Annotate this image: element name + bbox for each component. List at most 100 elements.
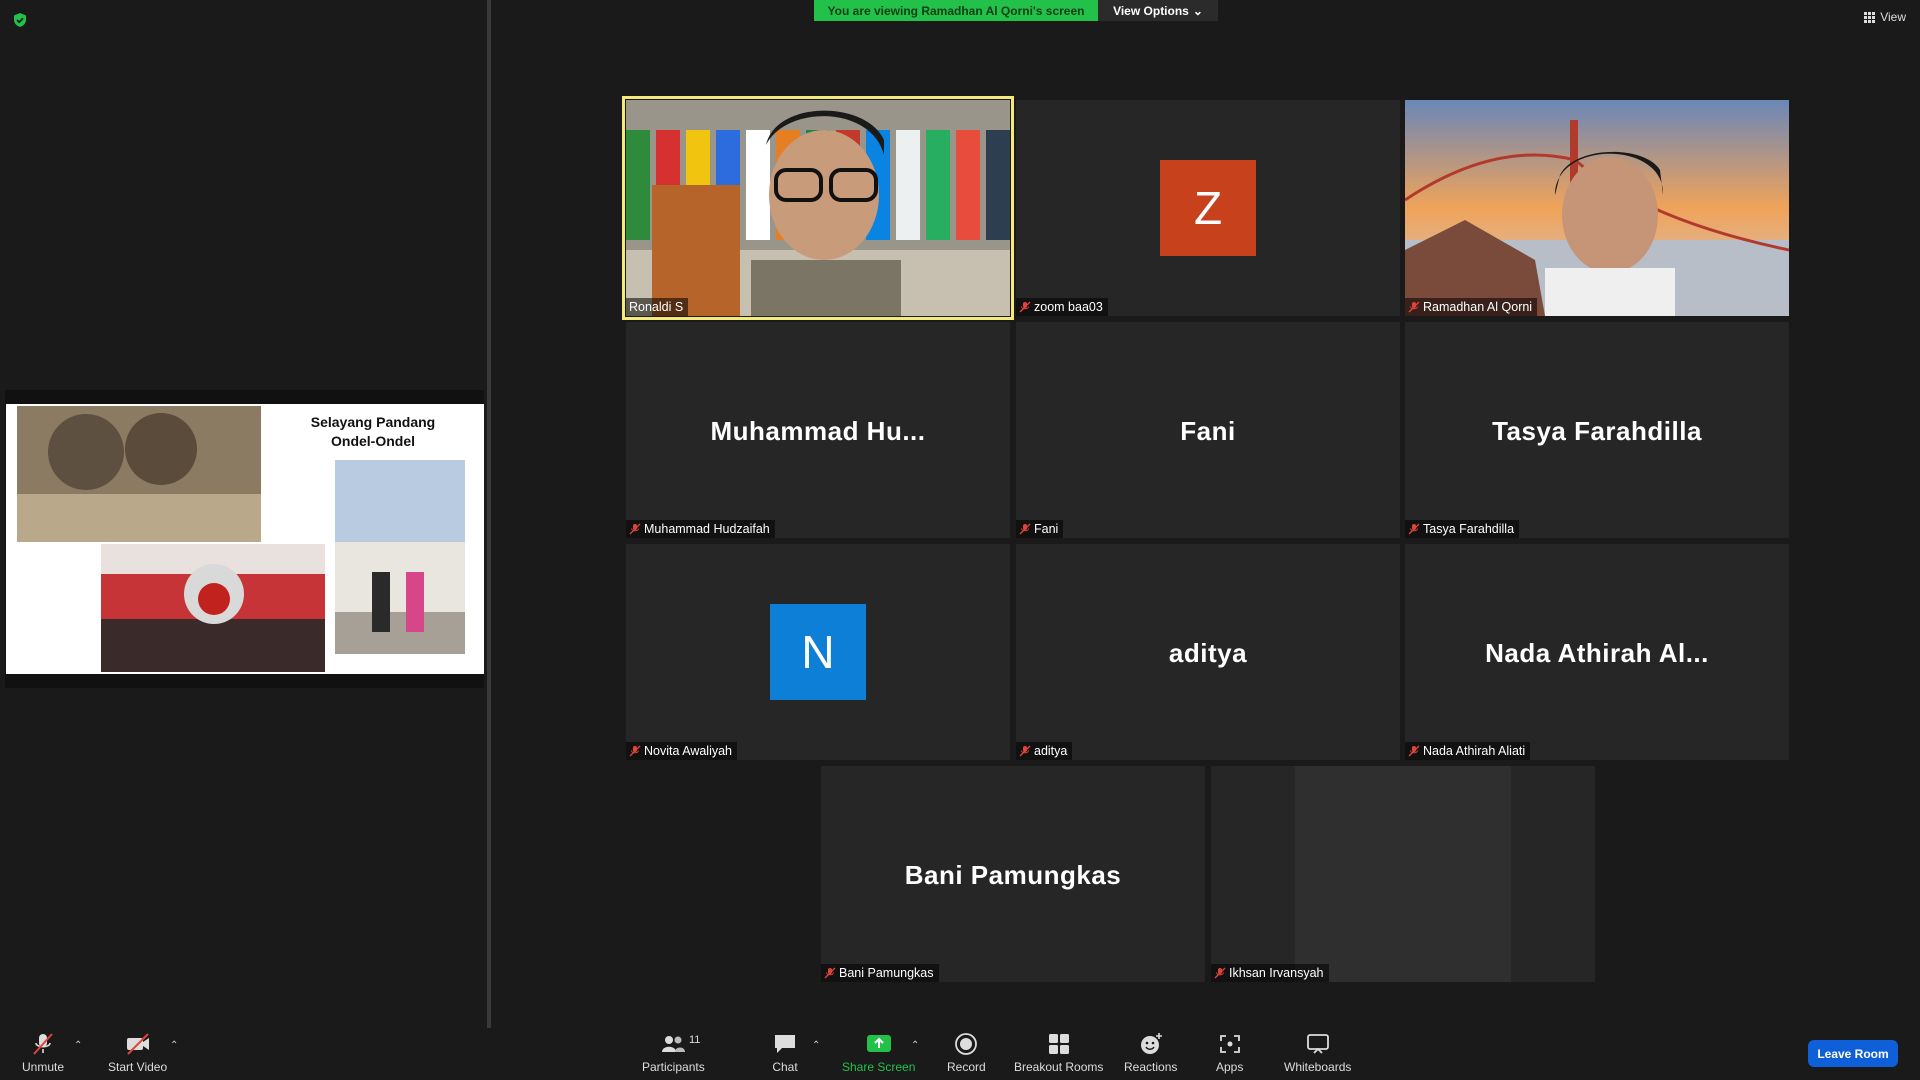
chat-options-caret-icon[interactable]: ⌃ [812, 1040, 820, 1051]
participant-display-name: aditya [1168, 638, 1248, 668]
grid-view-icon [1864, 11, 1876, 23]
leave-room-button[interactable]: Leave Room [1808, 1040, 1898, 1067]
whiteboard-icon [1306, 1034, 1329, 1054]
participant-display-name: Tasya Farahdilla [1492, 416, 1702, 446]
apps-label: Apps [1216, 1060, 1244, 1074]
participant-tile[interactable]: Ikhsan Irvansyah [1211, 766, 1595, 982]
participant-tile[interactable]: Fani Fani [1016, 322, 1400, 538]
participant-name: Fani [1034, 522, 1059, 536]
muted-mic-icon [1019, 301, 1031, 313]
participant-tile[interactable]: Bani Pamungkas Bani Pamungkas [821, 766, 1205, 982]
slide-title: Selayang Pandang Ondel-Ondel [300, 413, 446, 451]
view-button[interactable]: View [1864, 10, 1906, 24]
apps-icon [1219, 1035, 1240, 1053]
participant-tile[interactable]: N Novita Awaliyah [626, 544, 1010, 760]
share-screen-label: Share Screen [842, 1060, 916, 1074]
view-options-button[interactable]: View Options ⌄ [1098, 0, 1218, 21]
participant-name: Ronaldi S [629, 300, 684, 314]
whiteboards-button[interactable]: Whiteboards [1284, 1032, 1351, 1074]
chat-label: Chat [772, 1060, 798, 1074]
reactions-button[interactable]: Reactions [1124, 1032, 1177, 1074]
participant-name-label: Ramadhan Al Qorni [1405, 298, 1538, 316]
start-video-label: Start Video [108, 1060, 168, 1074]
participant-tile[interactable]: aditya aditya [1016, 544, 1400, 760]
video-off-icon [126, 1033, 149, 1055]
muted-mic-icon [1019, 745, 1031, 757]
participant-name-label: Novita Awaliyah [626, 742, 738, 760]
view-label: View [1880, 10, 1906, 24]
participant-display-name: Bani Pamungkas [904, 860, 1122, 890]
participant-video [1405, 100, 1789, 316]
share-screen-icon [866, 1035, 891, 1052]
participant-display-name: Fani [1180, 416, 1236, 446]
participant-avatar: Z [1160, 160, 1256, 256]
chat-icon [775, 1035, 795, 1053]
participant-name-label: Tasya Farahdilla [1405, 520, 1520, 538]
chevron-down-icon: ⌄ [1192, 3, 1203, 18]
participant-name: aditya [1034, 744, 1068, 758]
share-options-caret-icon[interactable]: ⌃ [911, 1040, 919, 1051]
unmute-button[interactable]: Unmute [22, 1032, 64, 1074]
audio-options-caret-icon[interactable]: ⌃ [74, 1040, 82, 1051]
security-shield-icon[interactable] [12, 12, 28, 28]
unmute-label: Unmute [22, 1060, 65, 1074]
participant-name-label: Fani [1016, 520, 1064, 538]
record-icon [955, 1033, 978, 1055]
record-label: Record [947, 1060, 986, 1074]
chat-button[interactable]: Chat [772, 1032, 798, 1074]
participant-name-label: Ikhsan Irvansyah [1211, 964, 1329, 982]
muted-mic-icon [1408, 523, 1420, 535]
participant-tile[interactable]: Tasya Farahdilla Tasya Farahdilla [1405, 322, 1789, 538]
participant-tile[interactable]: Zzoom baa03 [1016, 100, 1400, 316]
participant-name-label: zoom baa03 [1016, 298, 1108, 316]
participant-video [626, 100, 1010, 316]
view-options-label: View Options [1113, 3, 1189, 18]
participant-name: zoom baa03 [1034, 300, 1103, 314]
participant-name-label: aditya [1016, 742, 1073, 760]
participant-name-label: Ronaldi S [626, 298, 689, 316]
participant-display-name: Muhammad Hu... [710, 416, 926, 446]
slide-title-line2: Ondel-Ondel [331, 433, 415, 449]
participant-tile[interactable]: Nada Athirah Al... Nada Athirah Aliati [1405, 544, 1789, 760]
muted-mic-icon [629, 745, 641, 757]
whiteboards-label: Whiteboards [1284, 1060, 1352, 1074]
participant-tile[interactable]: Ronaldi S [622, 96, 1014, 320]
viewing-screen-banner: You are viewing Ramadhan Al Qorni's scre… [814, 0, 1098, 21]
participant-name-label: Muhammad Hudzaifah [626, 520, 775, 538]
participants-icon [662, 1036, 686, 1052]
participant-tile[interactable]: Ramadhan Al Qorni [1405, 100, 1789, 316]
participant-name: Novita Awaliyah [644, 744, 733, 758]
participant-name: Nada Athirah Aliati [1423, 744, 1526, 758]
participant-name: Tasya Farahdilla [1423, 522, 1515, 536]
muted-mic-icon [1408, 301, 1420, 313]
reactions-label: Reactions [1124, 1060, 1178, 1074]
breakout-rooms-icon [1048, 1034, 1069, 1054]
breakout-rooms-label: Breakout Rooms [1014, 1060, 1104, 1074]
share-screen-button[interactable]: Share Screen [842, 1032, 915, 1074]
muted-mic-icon [629, 523, 641, 535]
participants-label: Participants [642, 1060, 705, 1074]
participant-tile[interactable]: Muhammad Hu... Muhammad Hudzaifah [626, 322, 1010, 538]
participant-name: Muhammad Hudzaifah [644, 522, 770, 536]
record-button[interactable]: Record [947, 1032, 986, 1074]
participant-name-label: Nada Athirah Aliati [1405, 742, 1531, 760]
muted-mic-icon [1408, 745, 1420, 757]
slide-title-line1: Selayang Pandang [310, 414, 436, 430]
start-video-button[interactable]: Start Video [108, 1032, 167, 1074]
participant-name-label: Bani Pamungkas [821, 964, 939, 982]
participant-count: 11 [689, 1034, 701, 1046]
video-options-caret-icon[interactable]: ⌃ [170, 1040, 178, 1051]
participant-video [1211, 766, 1595, 982]
muted-mic-icon [1019, 523, 1031, 535]
participant-name: Bani Pamungkas [839, 966, 934, 980]
breakout-rooms-button[interactable]: Breakout Rooms [1014, 1032, 1103, 1074]
reactions-icon [1140, 1033, 1162, 1054]
participant-name: Ramadhan Al Qorni [1423, 300, 1533, 314]
muted-mic-icon [824, 967, 836, 979]
participant-avatar: N [770, 604, 866, 700]
muted-mic-icon [1214, 967, 1226, 979]
panel-divider-handle[interactable] [487, 0, 491, 1028]
participant-display-name: Nada Athirah Al... [1485, 638, 1709, 668]
participant-name: Ikhsan Irvansyah [1229, 966, 1324, 980]
apps-button[interactable]: Apps [1216, 1032, 1243, 1074]
